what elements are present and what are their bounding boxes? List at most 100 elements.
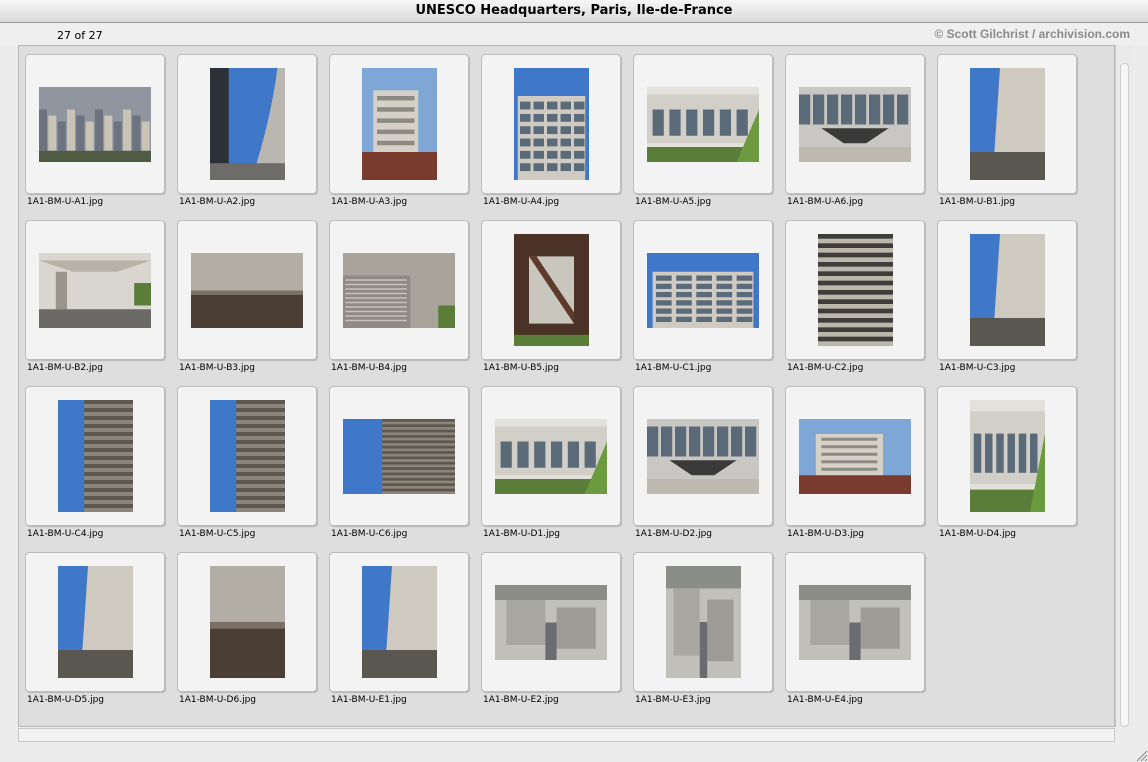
slide-mount[interactable]: [177, 220, 317, 360]
thumbnail-item[interactable]: 1A1-BM-U-C5.jpg: [177, 386, 317, 548]
slide-mount[interactable]: [25, 552, 165, 692]
thumbnail-item[interactable]: 1A1-BM-U-A6.jpg: [785, 54, 925, 216]
slide-mount[interactable]: [329, 552, 469, 692]
thumbnail-filename: 1A1-BM-U-D6.jpg: [179, 695, 257, 705]
thumbnail-image[interactable]: [969, 400, 1045, 512]
thumbnail-image[interactable]: [647, 252, 759, 328]
thumbnail-item[interactable]: 1A1-BM-U-A1.jpg: [25, 54, 165, 216]
slide-mount[interactable]: [329, 220, 469, 360]
thumbnail-filename: 1A1-BM-U-A1.jpg: [27, 197, 104, 207]
thumbnail-image[interactable]: [57, 566, 133, 678]
thumbnail-image[interactable]: [209, 400, 285, 512]
thumbnail-image[interactable]: [361, 566, 437, 678]
thumbnail-item[interactable]: 1A1-BM-U-A3.jpg: [329, 54, 469, 216]
slide-mount[interactable]: [785, 54, 925, 194]
thumbnail-image[interactable]: [969, 234, 1045, 346]
thumbnail-filename: 1A1-BM-U-E2.jpg: [483, 695, 559, 705]
thumbnail-filename: 1A1-BM-U-A5.jpg: [635, 197, 712, 207]
vertical-scroll-track[interactable]: [1120, 63, 1129, 727]
thumbnail-item[interactable]: 1A1-BM-U-D3.jpg: [785, 386, 925, 548]
slide-mount[interactable]: [25, 386, 165, 526]
slide-mount[interactable]: [329, 54, 469, 194]
slide-mount[interactable]: [785, 220, 925, 360]
thumbnail-item[interactable]: 1A1-BM-U-E3.jpg: [633, 552, 773, 714]
thumbnail-image[interactable]: [495, 418, 607, 494]
thumbnail-image[interactable]: [39, 252, 151, 328]
slide-mount[interactable]: [481, 220, 621, 360]
thumbnail-filename: 1A1-BM-U-D2.jpg: [635, 529, 713, 539]
slide-mount[interactable]: [785, 552, 925, 692]
thumbnail-image[interactable]: [799, 584, 911, 660]
slide-mount[interactable]: [25, 220, 165, 360]
slide-mount[interactable]: [481, 386, 621, 526]
thumbnail-image[interactable]: [361, 68, 437, 180]
thumbnail-image[interactable]: [799, 86, 911, 162]
slide-mount[interactable]: [633, 386, 773, 526]
horizontal-scrollbar[interactable]: [18, 728, 1115, 742]
slide-mount[interactable]: [329, 386, 469, 526]
thumbnail-item[interactable]: 1A1-BM-U-C3.jpg: [937, 220, 1077, 382]
thumbnail-item[interactable]: 1A1-BM-U-B3.jpg: [177, 220, 317, 382]
slide-mount[interactable]: [633, 54, 773, 194]
resize-grip-icon[interactable]: [1132, 746, 1148, 762]
thumbnail-image[interactable]: [799, 418, 911, 494]
slide-mount[interactable]: [937, 220, 1077, 360]
thumbnail-filename: 1A1-BM-U-A2.jpg: [179, 197, 256, 207]
thumbnail-filename: 1A1-BM-U-B2.jpg: [27, 363, 103, 373]
thumbnail-item[interactable]: 1A1-BM-U-B1.jpg: [937, 54, 1077, 216]
thumbnail-filename: 1A1-BM-U-C6.jpg: [331, 529, 408, 539]
thumbnail-item[interactable]: 1A1-BM-U-D4.jpg: [937, 386, 1077, 548]
thumbnail-item[interactable]: 1A1-BM-U-E1.jpg: [329, 552, 469, 714]
thumbnail-image[interactable]: [191, 252, 303, 328]
thumbnail-filename: 1A1-BM-U-A3.jpg: [331, 197, 408, 207]
slide-mount[interactable]: [177, 386, 317, 526]
thumbnail-item[interactable]: 1A1-BM-U-A4.jpg: [481, 54, 621, 216]
thumbnail-image[interactable]: [343, 418, 455, 494]
thumbnail-filename: 1A1-BM-U-E1.jpg: [331, 695, 407, 705]
thumbnail-item[interactable]: 1A1-BM-U-D6.jpg: [177, 552, 317, 714]
thumbnail-item[interactable]: 1A1-BM-U-A2.jpg: [177, 54, 317, 216]
thumbnail-filename: 1A1-BM-U-D5.jpg: [27, 695, 105, 705]
thumbnail-item[interactable]: 1A1-BM-U-D2.jpg: [633, 386, 773, 548]
window-title: UNESCO Headquarters, Paris, Ile-de-Franc…: [0, 0, 1148, 23]
slide-mount[interactable]: [177, 54, 317, 194]
thumbnail-item[interactable]: 1A1-BM-U-E2.jpg: [481, 552, 621, 714]
thumbnail-image[interactable]: [969, 68, 1045, 180]
thumbnail-filename: 1A1-BM-U-A4.jpg: [483, 197, 560, 207]
thumbnail-item[interactable]: 1A1-BM-U-C6.jpg: [329, 386, 469, 548]
thumbnail-image[interactable]: [513, 234, 589, 346]
slide-mount[interactable]: [481, 54, 621, 194]
thumbnail-image[interactable]: [39, 86, 151, 162]
thumbnail-item[interactable]: 1A1-BM-U-C1.jpg: [633, 220, 773, 382]
thumbnail-item[interactable]: 1A1-BM-U-D1.jpg: [481, 386, 621, 548]
slide-mount[interactable]: [177, 552, 317, 692]
thumbnail-image[interactable]: [513, 68, 589, 180]
thumbnail-item[interactable]: 1A1-BM-U-E4.jpg: [785, 552, 925, 714]
slide-mount[interactable]: [25, 54, 165, 194]
thumbnail-item[interactable]: 1A1-BM-U-B5.jpg: [481, 220, 621, 382]
thumbnail-item[interactable]: 1A1-BM-U-B2.jpg: [25, 220, 165, 382]
slide-mount[interactable]: [785, 386, 925, 526]
thumbnail-image[interactable]: [647, 418, 759, 494]
thumbnail-filename: 1A1-BM-U-C1.jpg: [635, 363, 712, 373]
thumbnail-item[interactable]: 1A1-BM-U-C2.jpg: [785, 220, 925, 382]
thumbnail-image[interactable]: [343, 252, 455, 328]
thumbnail-image[interactable]: [209, 68, 285, 180]
thumbnail-item[interactable]: 1A1-BM-U-A5.jpg: [633, 54, 773, 216]
thumbnail-image[interactable]: [817, 234, 893, 346]
slide-mount[interactable]: [937, 54, 1077, 194]
slide-mount[interactable]: [481, 552, 621, 692]
slide-mount[interactable]: [633, 552, 773, 692]
thumbnail-image[interactable]: [209, 566, 285, 678]
thumbnail-item[interactable]: 1A1-BM-U-B4.jpg: [329, 220, 469, 382]
thumbnail-image[interactable]: [665, 566, 741, 678]
thumbnail-item[interactable]: 1A1-BM-U-C4.jpg: [25, 386, 165, 548]
thumbnail-image[interactable]: [495, 584, 607, 660]
thumbnail-image[interactable]: [57, 400, 133, 512]
thumbnail-item[interactable]: 1A1-BM-U-D5.jpg: [25, 552, 165, 714]
thumbnail-filename: 1A1-BM-U-E4.jpg: [787, 695, 863, 705]
thumbnail-image[interactable]: [647, 86, 759, 162]
slide-mount[interactable]: [937, 386, 1077, 526]
slide-mount[interactable]: [633, 220, 773, 360]
vertical-scrollbar[interactable]: [1115, 45, 1132, 727]
